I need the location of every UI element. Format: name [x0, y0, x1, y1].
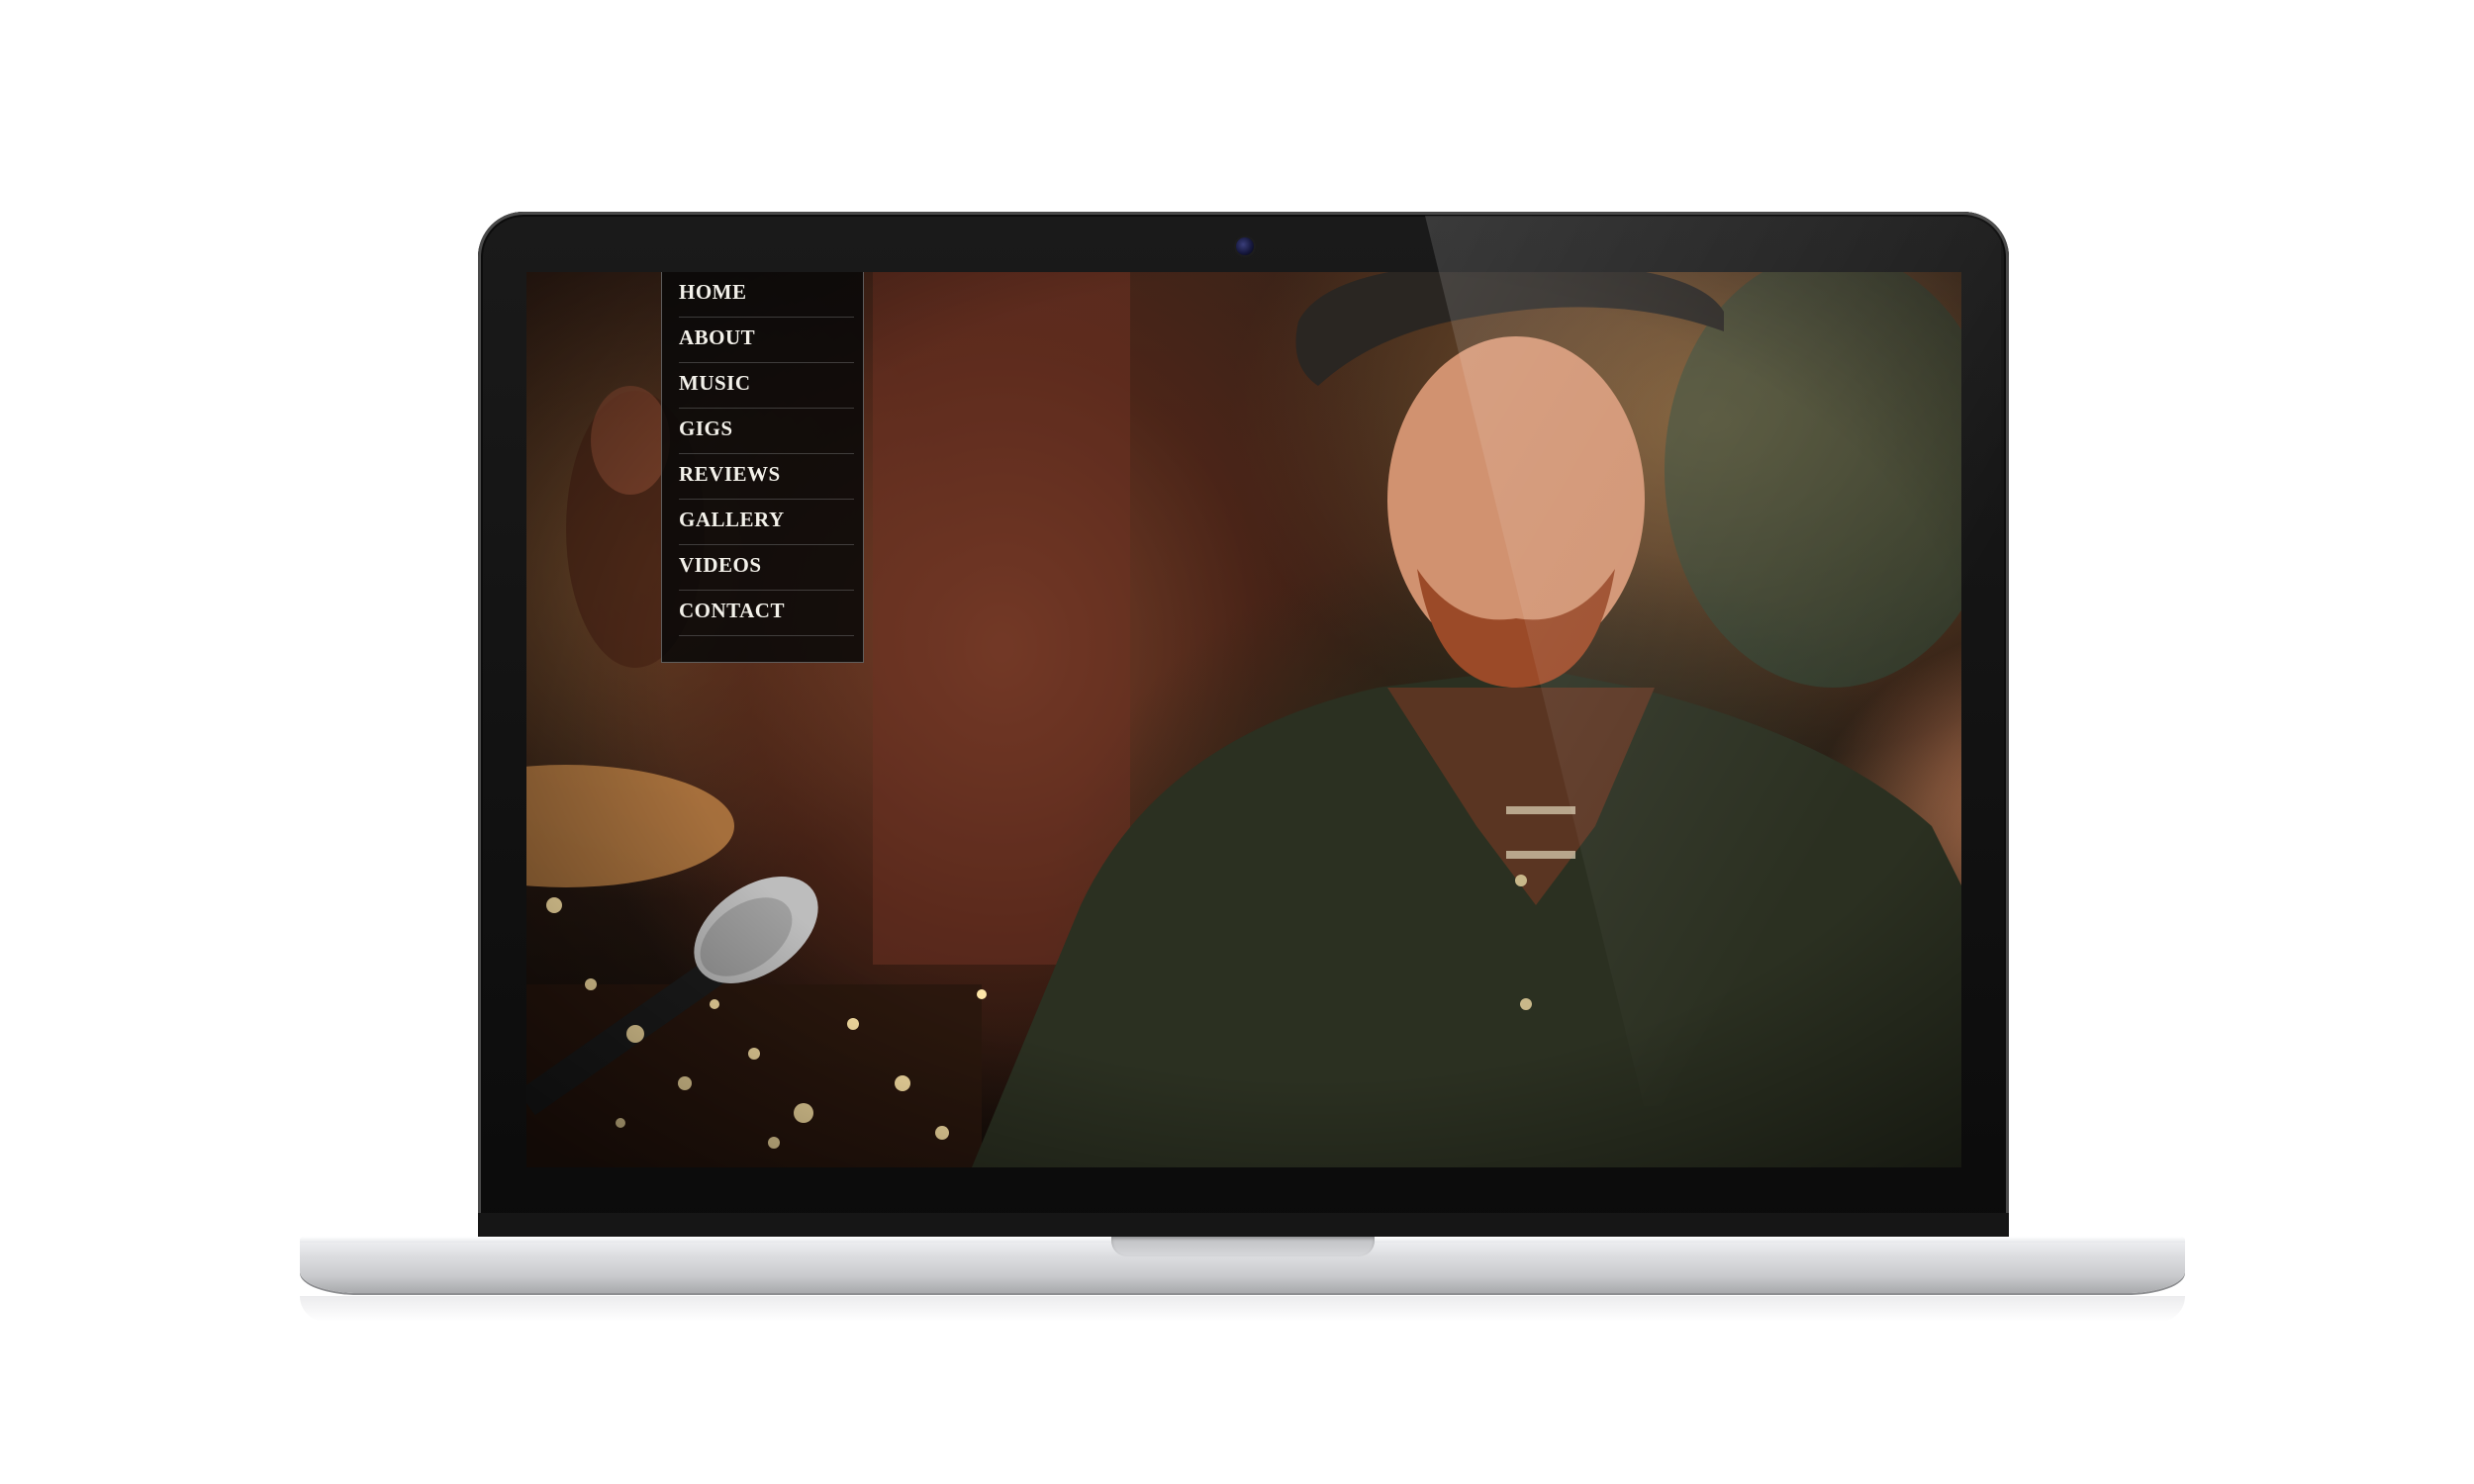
- nav-item-home[interactable]: HOME: [679, 272, 854, 318]
- main-navigation: HOME ABOUT MUSIC GIGS REVIEWS GALLERY VI…: [661, 272, 864, 663]
- camera-icon: [1236, 237, 1254, 255]
- base-reflection: [300, 1296, 2185, 1322]
- nav-item-about[interactable]: ABOUT: [679, 318, 854, 363]
- nav-item-videos[interactable]: VIDEOS: [679, 545, 854, 591]
- nav-item-music[interactable]: MUSIC: [679, 363, 854, 409]
- nav-item-gallery[interactable]: GALLERY: [679, 500, 854, 545]
- laptop-mockup: HOME ABOUT MUSIC GIGS REVIEWS GALLERY VI…: [0, 0, 2474, 1484]
- nav-item-reviews[interactable]: REVIEWS: [679, 454, 854, 500]
- nav-item-contact[interactable]: CONTACT: [679, 591, 854, 636]
- nav-item-gigs[interactable]: GIGS: [679, 409, 854, 454]
- opening-notch: [1111, 1237, 1375, 1256]
